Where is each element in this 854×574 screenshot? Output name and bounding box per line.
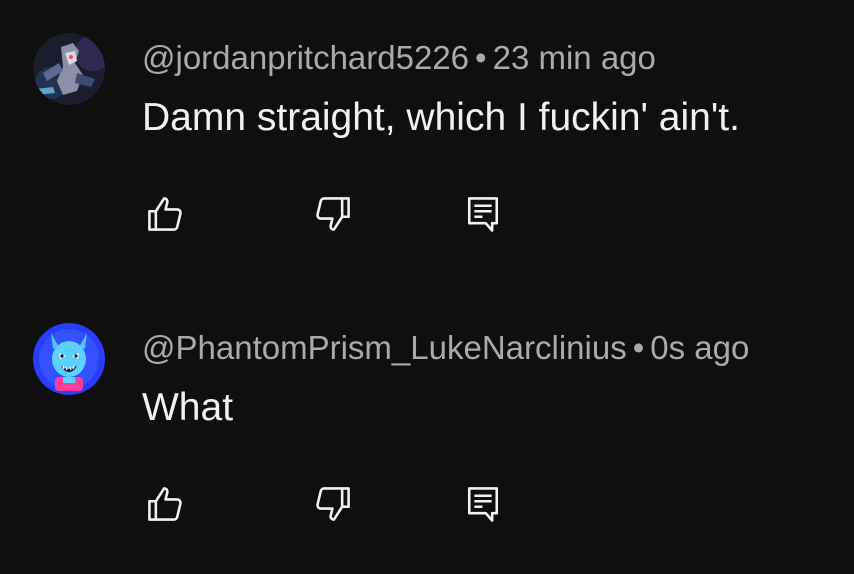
avatar[interactable]: [33, 33, 105, 105]
author-handle[interactable]: @jordanpritchard5226: [142, 39, 469, 76]
reply-icon: [467, 487, 499, 522]
meta-separator: •: [475, 39, 487, 76]
comment-actions: [0, 480, 854, 530]
dislike-button[interactable]: [309, 480, 357, 528]
character-avatar-icon: [33, 33, 105, 105]
blue-creature-avatar-icon: [33, 323, 105, 395]
avatar[interactable]: [33, 323, 105, 395]
thumbs-up-icon: [148, 197, 182, 231]
comment-timestamp[interactable]: 23 min ago: [493, 39, 656, 76]
thumbs-up-icon: [148, 487, 182, 521]
comment-text: Damn straight, which I fuckin' ain't.: [142, 96, 740, 139]
comment-meta: @jordanpritchard5226 • 23 min ago: [142, 38, 656, 78]
dislike-button[interactable]: [309, 190, 357, 238]
comment-text: What: [142, 386, 234, 429]
thumbs-down-icon: [316, 487, 350, 521]
meta-separator: •: [632, 329, 645, 366]
comment-actions: [0, 190, 854, 240]
comment-meta: @PhantomPrism_LukeNarclinius • 0s ago: [142, 328, 749, 368]
reply-icon: [467, 197, 499, 232]
like-button[interactable]: [141, 480, 189, 528]
like-button[interactable]: [141, 190, 189, 238]
reply-button[interactable]: [459, 190, 507, 238]
thumbs-down-icon: [316, 197, 350, 231]
comment-timestamp[interactable]: 0s ago: [650, 329, 749, 366]
author-handle[interactable]: @PhantomPrism_LukeNarclinius: [142, 329, 627, 366]
reply-button[interactable]: [459, 480, 507, 528]
